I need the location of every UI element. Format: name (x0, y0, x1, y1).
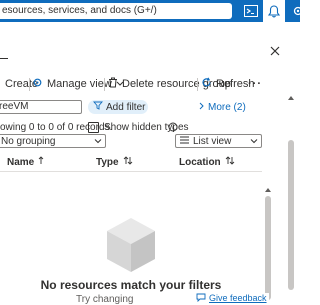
column-name-label: Name (7, 156, 35, 168)
chevron-down-icon (250, 137, 258, 145)
list-view-icon (180, 136, 189, 147)
gear-icon (32, 77, 43, 91)
cloud-shell-icon[interactable] (240, 1, 262, 21)
chevron-right-icon (199, 102, 205, 113)
view-select[interactable]: List view (175, 134, 262, 148)
more-label: ··· (248, 78, 262, 90)
column-header-name[interactable]: Name (7, 156, 44, 168)
divider (29, 78, 30, 91)
column-header-type[interactable]: Type (96, 156, 133, 168)
table-header: Name Type Location (0, 156, 262, 170)
column-location-label: Location (179, 156, 221, 168)
bell-icon[interactable] (263, 0, 285, 22)
filter-icon (93, 101, 103, 113)
chevron-down-icon (94, 137, 102, 145)
refresh-icon (201, 77, 212, 91)
divider (0, 171, 262, 172)
command-bar: Create Manage view Delete resource group… (0, 76, 300, 92)
scroll-up-icon[interactable] (288, 92, 294, 100)
give-feedback-link[interactable]: Give feedback (194, 293, 269, 303)
info-icon[interactable] (168, 122, 178, 132)
divider (197, 78, 198, 91)
top-bar: esources, services, and docs (G+/) (0, 0, 303, 22)
gear-icon[interactable] (287, 1, 309, 21)
add-filter-button[interactable]: Add filter (88, 100, 148, 114)
column-type-label: Type (96, 156, 119, 168)
view-value: List view (193, 135, 232, 147)
close-icon[interactable] (268, 44, 282, 58)
empty-cube-icon (103, 214, 159, 274)
sort-icon (123, 156, 133, 168)
add-filter-label: Add filter (106, 101, 146, 113)
panel-scrollbar-thumb[interactable] (288, 140, 294, 290)
global-search-input[interactable]: esources, services, and docs (G+/) (0, 3, 232, 19)
sort-ascending-icon (38, 156, 44, 168)
more-options-button[interactable]: ··· (248, 76, 262, 92)
divider (0, 58, 8, 59)
divider (104, 78, 105, 91)
show-hidden-types-checkbox[interactable] (88, 122, 99, 133)
feedback-label: Give feedback (209, 293, 267, 303)
filter-input[interactable]: reeVM (0, 100, 82, 114)
table-scrollbar-thumb[interactable] (265, 196, 271, 300)
trash-icon (108, 77, 118, 91)
more-filters-label: More (2) (208, 101, 246, 113)
manage-view-label: Manage view (47, 78, 112, 90)
feedback-icon (196, 293, 206, 304)
scroll-up-icon[interactable] (265, 184, 271, 192)
column-header-location[interactable]: Location (179, 156, 235, 168)
grouping-select[interactable]: No grouping (0, 134, 106, 148)
more-filters-link[interactable]: More (2) (199, 100, 246, 114)
sort-icon (225, 156, 235, 168)
grouping-value: No grouping (1, 135, 56, 147)
empty-state-title: No resources match your filters (40, 278, 222, 292)
refresh-button[interactable]: Refresh (201, 76, 255, 92)
